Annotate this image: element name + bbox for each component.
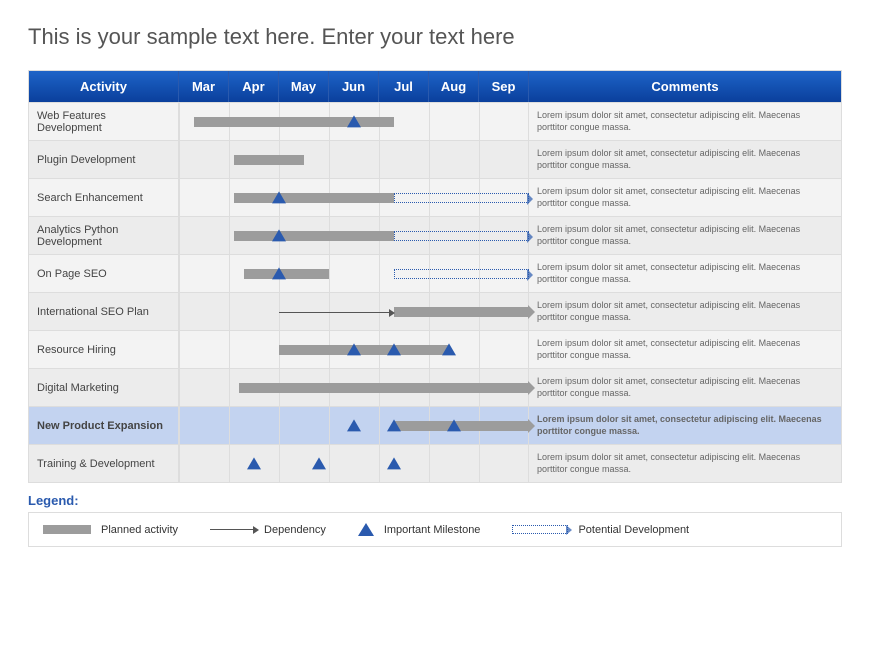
potential-bar [394, 231, 529, 241]
comments-cell: Lorem ipsum dolor sit amet, consectetur … [529, 179, 841, 216]
dependency-arrow [279, 312, 390, 313]
activity-cell: On Page SEO [29, 255, 179, 292]
activity-cell: Digital Marketing [29, 369, 179, 406]
activity-cell: New Product Expansion [29, 407, 179, 444]
milestone-triangle-icon [247, 457, 261, 469]
timeline-cell [179, 179, 529, 216]
milestone-triangle-icon [272, 229, 286, 241]
planned-bar [244, 269, 329, 279]
milestone-triangle-icon [347, 343, 361, 355]
legend-label: Dependency [264, 524, 326, 536]
header-row: Activity Mar Apr May Jun Jul Aug Sep Com… [29, 71, 841, 102]
legend-label: Planned activity [101, 524, 178, 536]
legend: Planned activity Dependency Important Mi… [28, 512, 842, 547]
table-row: International SEO Plan Lorem ipsum dolor … [29, 292, 841, 330]
table-row: New Product Expansion Lorem ipsum dolor s… [29, 406, 841, 444]
header-month: May [279, 71, 329, 102]
legend-potential: Potential Development [512, 524, 689, 536]
timeline-cell [179, 445, 529, 482]
timeline-cell [179, 331, 529, 368]
planned-bar [394, 307, 529, 317]
header-month: Jun [329, 71, 379, 102]
milestone-triangle-icon [347, 419, 361, 431]
legend-dependency: Dependency [210, 524, 326, 536]
planned-bar [239, 383, 529, 393]
planned-bar [394, 421, 529, 431]
comments-cell: Lorem ipsum dolor sit amet, consectetur … [529, 103, 841, 140]
table-row: Plugin Development Lorem ipsum dolor sit … [29, 140, 841, 178]
timeline-cell [179, 103, 529, 140]
timeline-cell [179, 369, 529, 406]
legend-label: Important Milestone [384, 524, 481, 536]
header-month: Aug [429, 71, 479, 102]
activity-cell: International SEO Plan [29, 293, 179, 330]
comments-cell: Lorem ipsum dolor sit amet, consectetur … [529, 255, 841, 292]
table-row: Search Enhancement Lorem ipsum dolor sit … [29, 178, 841, 216]
potential-bar-icon [512, 525, 568, 534]
dependency-arrow-icon [210, 529, 254, 530]
milestone-triangle-icon [347, 115, 361, 127]
milestone-triangle-icon [272, 267, 286, 279]
planned-bar [234, 193, 394, 203]
activity-cell: Web Features Development [29, 103, 179, 140]
header-month: Apr [229, 71, 279, 102]
timeline-cell [179, 293, 529, 330]
header-activity: Activity [29, 71, 179, 102]
milestone-triangle-icon [442, 343, 456, 355]
comments-cell: Lorem ipsum dolor sit amet, consectetur … [529, 331, 841, 368]
table-row: On Page SEO Lorem ipsum dolor sit amet, c… [29, 254, 841, 292]
timeline-cell [179, 407, 529, 444]
milestone-triangle-icon [387, 457, 401, 469]
activity-cell: Analytics Python Development [29, 217, 179, 254]
legend-milestone: Important Milestone [358, 523, 481, 536]
activity-cell: Plugin Development [29, 141, 179, 178]
milestone-triangle-icon [358, 523, 374, 536]
milestone-triangle-icon [312, 457, 326, 469]
legend-planned: Planned activity [43, 524, 178, 536]
activity-cell: Resource Hiring [29, 331, 179, 368]
planned-bar-icon [43, 525, 91, 534]
comments-cell: Lorem ipsum dolor sit amet, consectetur … [529, 293, 841, 330]
header-month: Mar [179, 71, 229, 102]
table-row: Analytics Python Development Lorem ipsum … [29, 216, 841, 254]
planned-bar [234, 231, 394, 241]
planned-bar [194, 117, 394, 127]
comments-cell: Lorem ipsum dolor sit amet, consectetur … [529, 445, 841, 482]
potential-bar [394, 193, 529, 203]
comments-cell: Lorem ipsum dolor sit amet, consectetur … [529, 141, 841, 178]
comments-cell: Lorem ipsum dolor sit amet, consectetur … [529, 369, 841, 406]
header-comments: Comments [529, 71, 841, 102]
table-row: Web Features Development Lorem ipsum dolo… [29, 102, 841, 140]
milestone-triangle-icon [387, 343, 401, 355]
legend-title: Legend: [28, 493, 842, 508]
header-month: Jul [379, 71, 429, 102]
timeline-cell [179, 255, 529, 292]
potential-bar [394, 269, 529, 279]
activity-cell: Search Enhancement [29, 179, 179, 216]
comments-cell: Lorem ipsum dolor sit amet, consectetur … [529, 407, 841, 444]
legend-label: Potential Development [578, 524, 689, 536]
header-month: Sep [479, 71, 529, 102]
timeline-cell [179, 217, 529, 254]
table-row: Resource Hiring Lorem ipsum dolor sit ame… [29, 330, 841, 368]
planned-bar [279, 345, 449, 355]
timeline-cell [179, 141, 529, 178]
milestone-triangle-icon [447, 419, 461, 431]
activity-cell: Training & Development [29, 445, 179, 482]
gantt-chart: Activity Mar Apr May Jun Jul Aug Sep Com… [28, 70, 842, 483]
milestone-triangle-icon [387, 419, 401, 431]
table-row: Training & Development Lorem ipsum dolor … [29, 444, 841, 482]
milestone-triangle-icon [272, 191, 286, 203]
table-row: Digital Marketing Lorem ipsum dolor sit a… [29, 368, 841, 406]
comments-cell: Lorem ipsum dolor sit amet, consectetur … [529, 217, 841, 254]
page-title: This is your sample text here. Enter you… [28, 24, 842, 50]
planned-bar [234, 155, 304, 165]
